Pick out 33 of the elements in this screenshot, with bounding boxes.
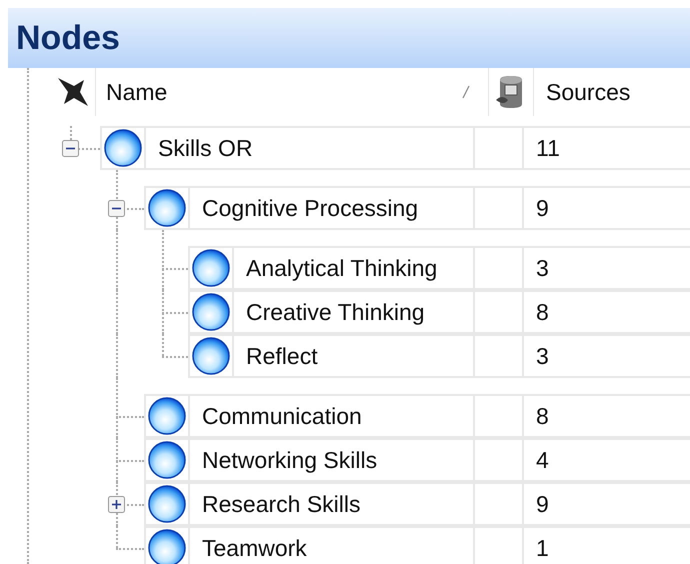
source-count: 8 <box>535 402 549 430</box>
node-name[interactable]: Research Skills <box>190 484 475 524</box>
node-name[interactable]: Skills OR <box>146 128 475 168</box>
source-count: 11 <box>535 134 560 162</box>
collapse-icon[interactable] <box>108 200 125 217</box>
source-count: 9 <box>535 490 549 518</box>
sphere-icon <box>147 396 187 436</box>
column-header[interactable]: Sources <box>534 78 630 106</box>
column-header[interactable]: Name <box>95 68 458 116</box>
node-name[interactable]: Cognitive Processing <box>190 188 475 228</box>
node-name[interactable]: Teamwork <box>190 528 475 564</box>
node-name[interactable]: Analytical Thinking <box>234 248 475 288</box>
sphere-icon <box>147 440 187 480</box>
sphere-icon <box>147 484 187 524</box>
sphere-icon <box>191 292 231 332</box>
sphere-icon <box>147 188 187 228</box>
node-name[interactable]: Networking Skills <box>190 440 475 480</box>
sphere-icon <box>103 128 143 168</box>
sort-icon <box>462 85 470 99</box>
source-count: 9 <box>535 194 549 222</box>
source-count: 1 <box>535 534 549 562</box>
source-count: 3 <box>535 342 549 370</box>
sphere-icon <box>191 248 231 288</box>
sphere-icon <box>191 336 231 376</box>
expand-icon[interactable] <box>108 496 125 513</box>
source-count: 4 <box>535 446 549 474</box>
panel-title: Nodes <box>16 18 120 58</box>
source-count: 3 <box>535 254 549 282</box>
source-count: 8 <box>535 298 549 326</box>
node-name[interactable]: Reflect <box>234 336 475 376</box>
collapse-icon[interactable] <box>62 140 79 157</box>
node-name[interactable]: Creative Thinking <box>234 292 475 332</box>
node-name[interactable]: Communication <box>190 396 475 436</box>
